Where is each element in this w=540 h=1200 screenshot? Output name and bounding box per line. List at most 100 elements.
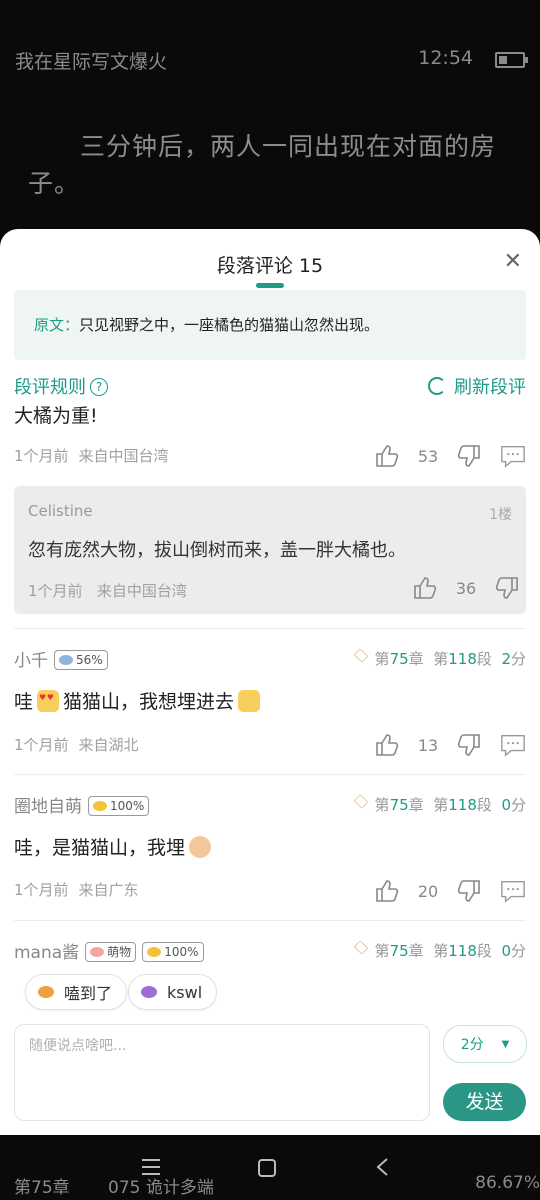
paragraph-prefix: 第 [433, 796, 449, 814]
clock: 12:54 [418, 47, 473, 69]
menu-icon[interactable] [140, 1158, 162, 1176]
chapter-info: 第75章 第118段 0分 [353, 940, 526, 961]
score-unit: 分 [510, 650, 526, 668]
like-count: 13 [417, 735, 439, 755]
chapter-unit: 章 [408, 650, 424, 668]
book-title: 我在星际写文爆火 [15, 51, 168, 73]
tag-label: 嗑到了 [64, 984, 113, 1003]
quick-reply-tag[interactable]: 嗑到了 [25, 974, 128, 1010]
score-unit: 分 [510, 942, 526, 960]
quote-text: 只见视野之中，一座橘色的猫猫山忽然出现。 [79, 316, 380, 334]
user-name: 圈地自萌 [14, 797, 82, 817]
chapter-number: 75 [389, 796, 409, 814]
reply-user[interactable]: Celistine [28, 502, 93, 520]
candy-icon [38, 986, 54, 998]
reply-meta: 1个月前 来自中国台湾 [28, 580, 187, 601]
battery-level [499, 56, 507, 64]
back-icon[interactable] [375, 1157, 389, 1177]
comment-actions: 13 [374, 731, 526, 759]
user-name: 小千 [14, 651, 48, 671]
paragraph-unit: 段 [476, 650, 492, 668]
reply-time: 1个月前 [28, 582, 83, 600]
gold-ingot-icon [147, 947, 162, 957]
comment-input-box[interactable] [14, 1024, 430, 1121]
badge-label: 萌物 [107, 945, 132, 959]
reply-icon[interactable] [500, 732, 526, 758]
comment-user[interactable]: 小千 56% [14, 646, 108, 671]
score-number: 0 [501, 942, 511, 960]
comment-text: 哇 猫猫山，我想埋进去 [14, 687, 264, 714]
score-select[interactable]: 2分 ▼ [443, 1025, 527, 1063]
thumbs-down-icon[interactable] [456, 878, 482, 904]
comment-actions: 20 [374, 877, 526, 905]
comment-text-part: 哇，是猫猫山，我埋 [14, 837, 186, 859]
reply-card[interactable]: Celistine 1楼 忽有庞然大物，拔山倒树而来，盖一胖大橘也。 1个月前 … [14, 486, 526, 614]
thumbs-down-icon[interactable] [494, 575, 520, 601]
thumbs-up-icon[interactable] [374, 878, 400, 904]
reply-text: 忽有庞然大物，拔山倒树而来，盖一胖大橘也。 [28, 540, 406, 561]
title-indicator [256, 283, 284, 288]
paragraph-comments-sheet: 段落评论 15 ✕ 原文：只见视野之中，一座橘色的猫猫山忽然出现。 段评规则? … [0, 229, 540, 1135]
reply-actions: 36 [412, 575, 520, 601]
refresh-label: 刷新段评 [454, 377, 526, 398]
system-nav-bar [0, 1152, 540, 1184]
thumbs-up-icon[interactable] [374, 732, 400, 758]
chapter-unit: 章 [408, 796, 424, 814]
comment-time: 1个月前 [14, 881, 69, 899]
thumbs-up-icon[interactable] [412, 575, 438, 601]
comment-text: 大橘为重! [14, 405, 98, 427]
chevron-down-icon: ▼ [501, 1038, 510, 1050]
comment-text: 哇，是猫猫山，我埋 [14, 833, 215, 860]
badge-label: 100% [164, 945, 199, 959]
refresh-comments-button[interactable]: 刷新段评 [428, 373, 526, 399]
paragraph-unit: 段 [476, 796, 492, 814]
rules-label: 段评规则 [14, 377, 86, 398]
paragraph-number: 118 [448, 942, 477, 960]
reply-location: 来自中国台湾 [96, 582, 187, 600]
comment-location: 来自中国台湾 [78, 447, 169, 465]
score-number: 2 [501, 650, 511, 668]
chapter-prefix: 第 [374, 796, 390, 814]
reading-paragraph[interactable]: 三分钟后，两人一同出现在对面的房子。 [28, 128, 518, 202]
comment-user[interactable]: mana酱 萌物 100% [14, 938, 204, 963]
divider [14, 628, 526, 629]
paragraph-prefix: 第 [433, 942, 449, 960]
reply-icon[interactable] [500, 878, 526, 904]
thumbs-down-icon[interactable] [456, 443, 482, 469]
chapter-number: 75 [389, 942, 409, 960]
score-unit: 分 [510, 796, 526, 814]
sheet-title: 段落评论 15 [216, 255, 324, 277]
close-icon[interactable]: ✕ [504, 249, 522, 274]
score-value: 2分 [460, 1037, 484, 1053]
comment-actions: 53 [374, 442, 526, 470]
help-icon: ? [90, 378, 108, 396]
comment-user[interactable]: 圈地自萌 100% [14, 792, 150, 817]
home-icon[interactable] [257, 1158, 277, 1178]
send-button[interactable]: 发送 [443, 1083, 526, 1121]
user-badge: 萌物 [85, 942, 137, 962]
like-count: 53 [417, 446, 439, 466]
thumbs-down-icon[interactable] [456, 732, 482, 758]
quick-reply-tag[interactable]: kswl [128, 974, 218, 1010]
status-bar: 我在星际写文爆火 12:54 [15, 47, 528, 73]
heart-eyes-emoji-icon [37, 690, 60, 712]
comment-rules-link[interactable]: 段评规则? [14, 373, 108, 399]
reply-icon[interactable] [500, 443, 526, 469]
comment-input[interactable] [27, 1037, 411, 1055]
chapter-info: 第75章 第118段 0分 [353, 794, 526, 815]
chapter-prefix: 第 [374, 650, 390, 668]
tag-label: kswl [167, 982, 203, 1002]
chapter-unit: 章 [408, 942, 424, 960]
comment-meta: 1个月前 来自中国台湾 [14, 445, 169, 466]
paragraph-prefix: 第 [433, 650, 449, 668]
original-quote: 原文：只见视野之中，一座橘色的猫猫山忽然出现。 [14, 290, 526, 360]
chapter-info: 第75章 第118段 2分 [353, 648, 526, 669]
comment-time: 1个月前 [14, 736, 69, 754]
vip-icon [353, 794, 368, 809]
user-badge: 100% [142, 942, 204, 962]
quote-label: 原文： [34, 316, 80, 334]
thumbs-up-icon[interactable] [374, 443, 400, 469]
user-name: mana酱 [14, 943, 80, 963]
refresh-icon [428, 377, 446, 395]
chapter-prefix: 第 [374, 942, 390, 960]
